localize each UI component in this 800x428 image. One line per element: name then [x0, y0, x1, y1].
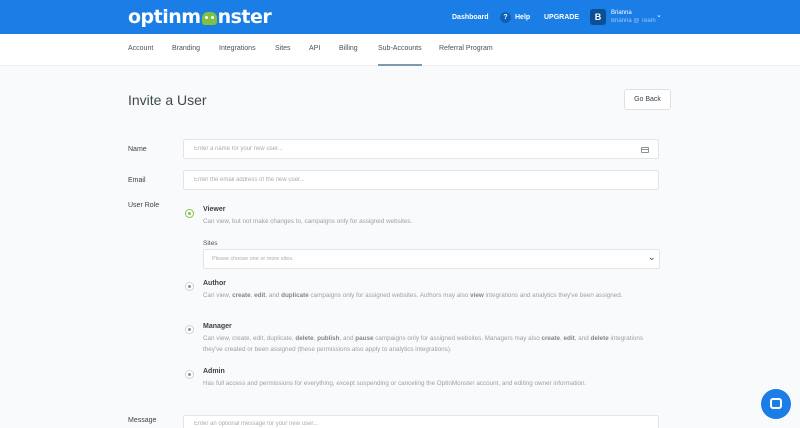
name-input[interactable]	[183, 139, 659, 159]
page-title: Invite a User	[128, 92, 207, 108]
desc-text: integrations and analytics they've been …	[483, 292, 623, 299]
role-desc-author: Can view, create, edit, and duplicate ca…	[203, 290, 663, 301]
logo-text-start: optinm	[128, 6, 201, 28]
nav-dashboard-label: Dashboard	[452, 13, 489, 21]
role-title-admin: Admin	[203, 368, 225, 375]
role-title-viewer: Viewer	[203, 206, 226, 213]
message-input[interactable]	[183, 415, 659, 428]
desc-text: , and	[574, 335, 591, 342]
user-avatar[interactable]: B	[590, 9, 606, 25]
contact-card-icon	[641, 147, 649, 153]
desc-bold: duplicate	[281, 292, 309, 299]
desc-bold: publish	[317, 335, 340, 342]
desc-bold: delete	[590, 335, 609, 342]
role-desc-manager: Can view, create, edit, duplicate, delet…	[203, 333, 663, 355]
tab-integrations[interactable]: Integrations	[219, 34, 256, 66]
chevron-down-icon[interactable]: ⌄	[648, 252, 656, 263]
tab-referral-program[interactable]: Referral Program	[439, 34, 493, 66]
invite-user-panel: Invite a User Go Back Name Email User Ro…	[0, 66, 800, 428]
nav-help-label: Help	[515, 13, 531, 21]
role-desc-admin: Has full access and permissions for ever…	[203, 380, 587, 387]
user-name: Brianna	[611, 10, 632, 16]
nav-upgrade-link[interactable]: UPGRADE	[544, 0, 579, 34]
sites-select[interactable]: Please choose one or more sites.	[203, 249, 660, 269]
desc-text: Can view, create, edit, duplicate,	[203, 335, 296, 342]
desc-bold: edit	[254, 292, 266, 299]
role-radio-viewer[interactable]	[185, 209, 194, 218]
desc-bold: create	[541, 335, 561, 342]
desc-text: campaigns only for assigned websites. Ma…	[373, 335, 542, 342]
desc-bold: delete	[295, 335, 314, 342]
tab-api[interactable]: API	[309, 34, 320, 66]
help-icon: ?	[500, 11, 511, 23]
role-title-manager: Manager	[203, 323, 232, 330]
logo-text-end: nster	[217, 6, 272, 28]
role-radio-admin[interactable]	[185, 370, 194, 379]
desc-text: campaigns only for assigned websites. Au…	[308, 292, 471, 299]
role-radio-manager[interactable]	[185, 325, 194, 334]
chat-bubble-icon	[770, 398, 782, 409]
desc-bold: pause	[355, 335, 374, 342]
role-desc-viewer: Can view, but not make changes to, campa…	[203, 218, 413, 225]
monster-icon	[201, 12, 217, 25]
user-menu[interactable]: Brianna Brianna @ Team	[611, 9, 656, 25]
user-email: Brianna @ Team	[611, 18, 656, 24]
desc-bold: view	[470, 292, 484, 299]
chevron-down-icon[interactable]: ⌄	[656, 11, 662, 19]
name-label: Name	[128, 146, 147, 153]
email-label: Email	[128, 177, 146, 184]
nav-dashboard-link[interactable]: Dashboard	[452, 0, 489, 34]
nav-upgrade-label: UPGRADE	[544, 13, 580, 21]
optinmonster-logo[interactable]: optinm nster	[128, 6, 272, 28]
nav-help-link[interactable]: ? Help	[500, 0, 530, 34]
tab-sites[interactable]: Sites	[275, 34, 291, 66]
settings-tab-bar: Account Branding Integrations Sites API …	[0, 34, 800, 66]
user-role-label: User Role	[128, 202, 160, 209]
go-back-button[interactable]: Go Back	[624, 89, 671, 110]
desc-text: , and	[265, 292, 282, 299]
role-title-author: Author	[203, 280, 226, 287]
top-bar: optinm nster Dashboard ? Help UPGRADE B B…	[0, 0, 800, 34]
desc-text: Can view,	[203, 292, 233, 299]
tab-billing[interactable]: Billing	[339, 34, 358, 66]
email-input[interactable]	[183, 170, 659, 190]
tab-account[interactable]: Account	[128, 34, 153, 66]
tab-branding[interactable]: Branding	[172, 34, 200, 66]
chat-launcher-button[interactable]	[761, 389, 791, 419]
desc-bold: edit	[563, 335, 575, 342]
desc-bold: create	[232, 292, 251, 299]
desc-text: , and	[339, 335, 356, 342]
role-radio-author[interactable]	[185, 282, 194, 291]
sites-label: Sites	[203, 240, 218, 247]
tab-sub-accounts[interactable]: Sub-Accounts	[378, 34, 422, 66]
message-label: Message	[128, 417, 157, 424]
